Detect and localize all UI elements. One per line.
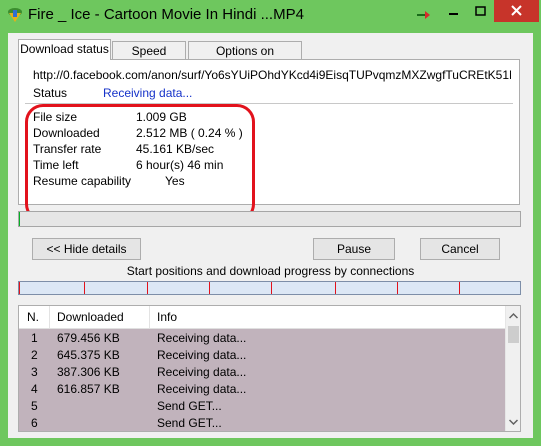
cell-downloaded: 387.306 KB: [57, 365, 120, 379]
scroll-up-icon[interactable]: [509, 312, 518, 320]
minimize-button[interactable]: [439, 0, 467, 22]
status-value: Receiving data...: [103, 86, 193, 100]
cell-n: 6: [31, 416, 38, 430]
status-label: Status: [33, 86, 68, 100]
connections-progress-bar: [18, 281, 521, 295]
connection-start-marker: [147, 282, 148, 294]
window-title: Fire _ Ice - Cartoon Movie In Hindi ...M…: [28, 6, 304, 23]
scroll-down-icon[interactable]: [509, 418, 518, 426]
table-row[interactable]: 4 616.857 KB Receiving data...: [19, 380, 505, 397]
connection-start-marker: [84, 282, 85, 294]
column-separator[interactable]: [49, 306, 50, 328]
cell-n: 3: [31, 365, 38, 379]
tab-options-on-completion[interactable]: Options on completion: [188, 41, 302, 76]
connection-start-marker: [19, 282, 20, 294]
download-window: Fire _ Ice - Cartoon Movie In Hindi ...M…: [0, 0, 541, 446]
highlight-outline: [25, 104, 255, 222]
table-row[interactable]: 6 Send GET...: [19, 414, 505, 431]
cell-downloaded: 645.375 KB: [57, 348, 120, 362]
cell-downloaded: 679.456 KB: [57, 331, 120, 345]
table-row[interactable]: 3 387.306 KB Receiving data...: [19, 363, 505, 380]
connections-list-header: N. Downloaded Info: [19, 306, 505, 329]
table-row[interactable]: 2 645.375 KB Receiving data...: [19, 346, 505, 363]
download-progress-fill: [19, 212, 21, 226]
cell-n: 5: [31, 399, 38, 413]
close-button[interactable]: [494, 0, 539, 22]
connection-start-marker: [209, 282, 210, 294]
cancel-button[interactable]: Cancel: [420, 238, 500, 260]
tab-speed-limiter[interactable]: Speed Limiter: [112, 41, 186, 76]
cell-info: Receiving data...: [157, 382, 247, 396]
column-header-info[interactable]: Info: [157, 310, 177, 324]
idm-app-icon: [8, 8, 22, 22]
cell-n: 4: [31, 382, 38, 396]
download-progress-bar: [18, 211, 521, 227]
column-separator[interactable]: [149, 306, 150, 328]
download-status-panel: http://0.facebook.com/anon/surf/Yo6sYUiP…: [18, 59, 520, 222]
connection-start-marker: [397, 282, 398, 294]
cell-info: Receiving data...: [157, 331, 247, 345]
connections-title: Start positions and download progress by…: [126, 264, 415, 278]
cell-info: Receiving data...: [157, 365, 247, 379]
column-header-n[interactable]: N.: [27, 310, 39, 324]
window-client-area: Download status Speed Limiter Options on…: [8, 33, 533, 438]
table-row[interactable]: 5 Send GET...: [19, 397, 505, 414]
table-row[interactable]: 1 679.456 KB Receiving data...: [19, 329, 505, 346]
vertical-scrollbar[interactable]: [505, 306, 520, 431]
tab-download-status[interactable]: Download status: [18, 39, 111, 60]
connection-start-marker: [271, 282, 272, 294]
maximize-icon: [475, 6, 486, 16]
connection-start-marker: [459, 282, 460, 294]
connections-list[interactable]: N. Downloaded Info 1 679.456 KB Receivin…: [18, 305, 521, 432]
cell-info: Receiving data...: [157, 348, 247, 362]
cell-info: Send GET...: [157, 416, 222, 430]
column-header-downloaded[interactable]: Downloaded: [57, 310, 124, 324]
cell-n: 2: [31, 348, 38, 362]
cell-n: 1: [31, 331, 38, 345]
connections-list-body: 1 679.456 KB Receiving data... 2 645.375…: [19, 329, 505, 431]
maximize-button[interactable]: [467, 0, 494, 22]
move-arrow-icon[interactable]: [417, 10, 431, 20]
download-url: http://0.facebook.com/anon/surf/Yo6sYUiP…: [33, 68, 511, 82]
title-bar[interactable]: Fire _ Ice - Cartoon Movie In Hindi ...M…: [0, 0, 541, 33]
close-icon: [511, 5, 522, 16]
scrollbar-thumb[interactable]: [508, 326, 519, 343]
cell-downloaded: 616.857 KB: [57, 382, 120, 396]
hide-details-button[interactable]: << Hide details: [32, 238, 141, 260]
pause-button[interactable]: Pause: [313, 238, 395, 260]
connection-start-marker: [335, 282, 336, 294]
minimize-icon: [449, 13, 458, 15]
cell-info: Send GET...: [157, 399, 222, 413]
